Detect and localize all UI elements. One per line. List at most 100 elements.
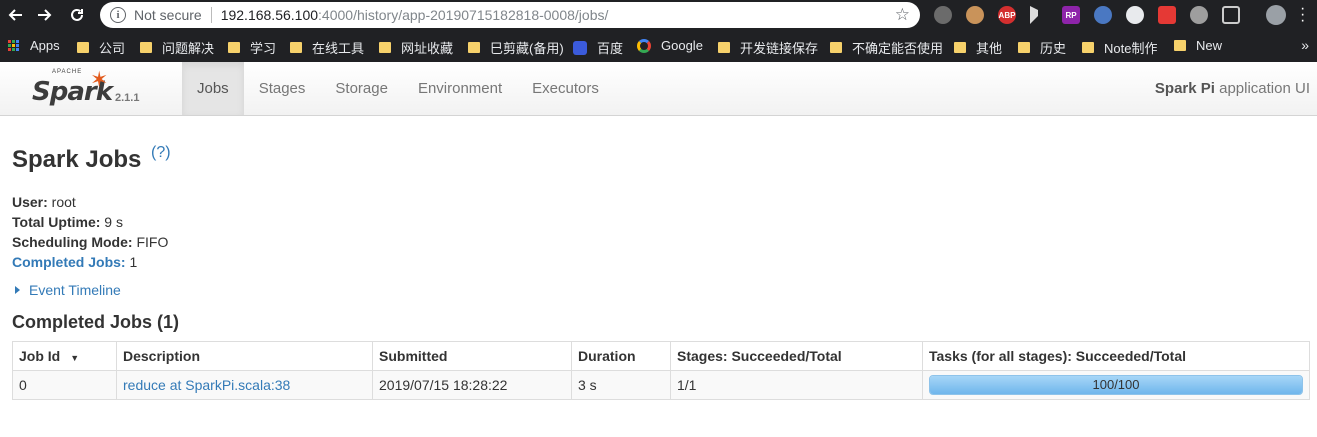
menu-kebab-icon[interactable]: · · · — [1300, 1, 1305, 29]
sort-desc-icon: ▼ — [70, 353, 80, 363]
cell-stages: 1/1 — [670, 370, 923, 400]
event-timeline-label: Event Timeline — [29, 282, 121, 298]
bookmark-folder[interactable]: Note制作 — [1082, 38, 1157, 57]
bookmark-folder[interactable]: 其他 — [954, 38, 1002, 57]
bookmark-label: 公司 — [99, 41, 126, 56]
bookmark-apps[interactable]: Apps — [8, 38, 60, 53]
completed-jobs-heading[interactable]: Completed Jobs (1) — [12, 312, 179, 333]
tab-executors[interactable]: Executors — [517, 62, 614, 115]
back-arrow-icon[interactable] — [0, 0, 30, 30]
bookmark-label: Apps — [30, 38, 60, 53]
bookmark-label: 问题解决 — [162, 41, 215, 56]
tasks-progress-bar: 100/100 — [929, 375, 1303, 395]
bookmark-label: 百度 — [597, 41, 624, 56]
screen-extension-icon[interactable] — [1222, 6, 1240, 24]
folder-icon — [1018, 42, 1030, 53]
bookmark-folder[interactable]: 问题解决 — [140, 38, 214, 57]
folder-icon — [77, 42, 89, 53]
bookmark-folder[interactable]: 网址收藏 — [379, 38, 453, 57]
col-description[interactable]: Description — [116, 341, 373, 371]
baidu-paw-icon — [573, 40, 587, 55]
url-path: :4000/history/app-20190715182818-0008/jo… — [318, 7, 609, 23]
completed-jobs-link[interactable]: Completed Jobs: — [12, 254, 126, 270]
column-header: Job Id — [19, 348, 61, 364]
bookmark-folder[interactable]: 巳剪藏(备用) — [468, 38, 564, 57]
cell-tasks: 100/100 — [922, 370, 1310, 400]
cell-submitted: 2019/07/15 18:28:22 — [372, 370, 572, 400]
bookmark-star-icon[interactable]: ☆ — [895, 5, 910, 25]
lock-extension-icon[interactable] — [1126, 6, 1144, 24]
event-timeline-toggle[interactable]: Event Timeline — [12, 282, 121, 298]
spark-navbar: APACHE Spark ✶ 2.1.1 Jobs Stages Storage… — [0, 62, 1317, 116]
summary-mode: Scheduling Mode: FIFO — [12, 232, 168, 252]
reload-icon[interactable] — [62, 0, 92, 30]
forward-arrow-icon[interactable] — [30, 0, 60, 30]
translate-extension-icon[interactable] — [1094, 6, 1112, 24]
bookmark-folder[interactable]: 公司 — [77, 38, 125, 57]
job-summary: User: root Total Uptime: 9 s Scheduling … — [12, 192, 168, 272]
red-extension-icon[interactable] — [1158, 6, 1176, 24]
bookmark-label: 巳剪藏(备用) — [490, 41, 564, 56]
job-description-link[interactable]: reduce at SparkPi.scala:38 — [123, 377, 290, 393]
address-bar[interactable]: i Not secure 192.168.56.100:4000/history… — [100, 2, 920, 28]
bookmark-folder[interactable]: 在线工具 — [290, 38, 364, 57]
tab-storage[interactable]: Storage — [320, 62, 403, 115]
profile-avatar[interactable] — [1266, 5, 1286, 25]
security-label: Not secure — [134, 7, 202, 23]
folder-icon — [140, 42, 152, 53]
summary-uptime: Total Uptime: 9 s — [12, 212, 168, 232]
bookmark-folder[interactable]: 学习 — [228, 38, 276, 57]
bookmark-label: 学习 — [250, 41, 277, 56]
evernote-extension-icon[interactable] — [934, 6, 952, 24]
rp-extension-icon[interactable]: RP — [1062, 6, 1080, 24]
bookmark-folder[interactable]: 不确定能否使用 — [830, 38, 943, 57]
bookmark-google[interactable]: Google — [637, 38, 703, 53]
col-tasks[interactable]: Tasks (for all stages): Succeeded/Total — [922, 341, 1310, 371]
uptime-value: 9 s — [100, 214, 123, 230]
folder-icon — [468, 42, 480, 53]
tab-environment[interactable]: Environment — [403, 62, 517, 115]
spark-star-icon: ✶ — [90, 67, 109, 92]
url-host: 192.168.56.100 — [220, 7, 319, 23]
adblock-extension-icon[interactable]: ABP — [998, 6, 1016, 24]
summary-completed: Completed Jobs: 1 — [12, 252, 168, 272]
tab-stages[interactable]: Stages — [244, 62, 321, 115]
folder-icon — [1174, 40, 1186, 51]
cloud-extension-icon[interactable] — [1190, 6, 1208, 24]
bookmark-label: Google — [661, 38, 703, 53]
cursor-extension-icon[interactable] — [1030, 6, 1038, 24]
col-submitted[interactable]: Submitted — [372, 341, 572, 371]
bookmark-label: 其他 — [976, 41, 1003, 56]
user-value: root — [47, 194, 76, 210]
table-header-row: Job Id ▼ Description Submitted Duration S… — [12, 341, 1310, 371]
logo-apache-text: APACHE — [52, 69, 83, 75]
col-stages[interactable]: Stages: Succeeded/Total — [670, 341, 923, 371]
more-bookmarks-icon[interactable]: » — [1301, 37, 1309, 53]
spark-logo[interactable]: APACHE Spark ✶ — [30, 67, 120, 111]
info-icon[interactable]: i — [110, 7, 126, 23]
tab-jobs[interactable]: Jobs — [182, 62, 244, 115]
mode-label: Scheduling Mode: — [12, 234, 133, 250]
app-suffix: application UI — [1214, 80, 1310, 97]
help-link[interactable]: (?) — [151, 144, 171, 162]
owl-extension-icon[interactable] — [966, 6, 984, 24]
bookmark-label: 不确定能否使用 — [852, 41, 944, 56]
table-row: 0 reduce at SparkPi.scala:38 2019/07/15 … — [12, 370, 1310, 400]
bookmark-folder[interactable]: 开发链接保存 — [718, 38, 818, 57]
bookmarks-bar: Apps 公司 问题解决 学习 在线工具 网址收藏 巳剪藏(备用) 百度 Goo… — [0, 30, 1317, 62]
bookmark-baidu[interactable]: 百度 — [573, 38, 623, 57]
bookmark-label: 网址收藏 — [401, 41, 454, 56]
bookmark-folder[interactable]: 历史 — [1018, 38, 1066, 57]
col-job-id[interactable]: Job Id ▼ — [12, 341, 117, 371]
caret-right-icon — [15, 286, 20, 294]
page-title: Spark Jobs — [12, 146, 142, 173]
address-separator — [210, 7, 212, 23]
completed-jobs-table: Job Id ▼ Description Submitted Duration S… — [12, 341, 1310, 400]
folder-icon — [290, 42, 302, 53]
progress-text: 100/100 — [1092, 377, 1140, 392]
col-duration[interactable]: Duration — [571, 341, 671, 371]
folder-icon — [228, 42, 240, 53]
folder-icon — [954, 42, 966, 53]
bookmark-folder[interactable]: New — [1174, 38, 1222, 53]
user-label: User: — [12, 194, 48, 210]
